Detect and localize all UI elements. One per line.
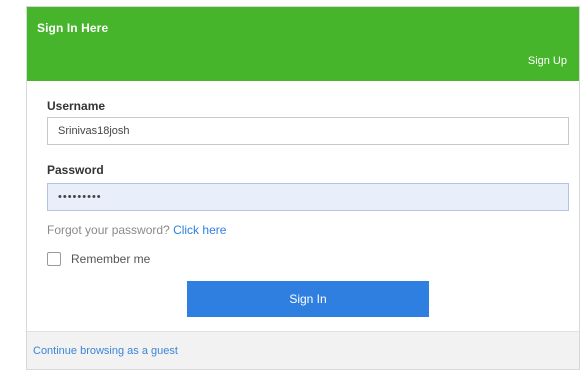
remember-me-label: Remember me: [71, 252, 151, 266]
footer: Continue browsing as a guest: [27, 331, 579, 369]
username-label: Username: [47, 99, 106, 113]
password-field[interactable]: [47, 183, 569, 211]
continue-as-guest-link[interactable]: Continue browsing as a guest: [33, 345, 178, 357]
sign-up-link[interactable]: Sign Up: [528, 55, 567, 67]
sign-in-panel: Sign In Here Sign Up Username Password F…: [26, 6, 580, 370]
forgot-password-text: Forgot your password? Click here: [47, 223, 226, 237]
remember-me-row[interactable]: Remember me: [47, 251, 150, 267]
forgot-password-prefix: Forgot your password?: [47, 223, 174, 237]
password-label: Password: [47, 163, 104, 177]
remember-me-checkbox[interactable]: [47, 252, 61, 266]
username-field[interactable]: [47, 117, 569, 145]
sign-in-button[interactable]: Sign In: [187, 281, 429, 317]
page-title: Sign In Here: [37, 21, 109, 35]
forgot-password-link[interactable]: Click here: [173, 223, 226, 237]
sign-in-header: Sign In Here Sign Up: [27, 7, 579, 81]
